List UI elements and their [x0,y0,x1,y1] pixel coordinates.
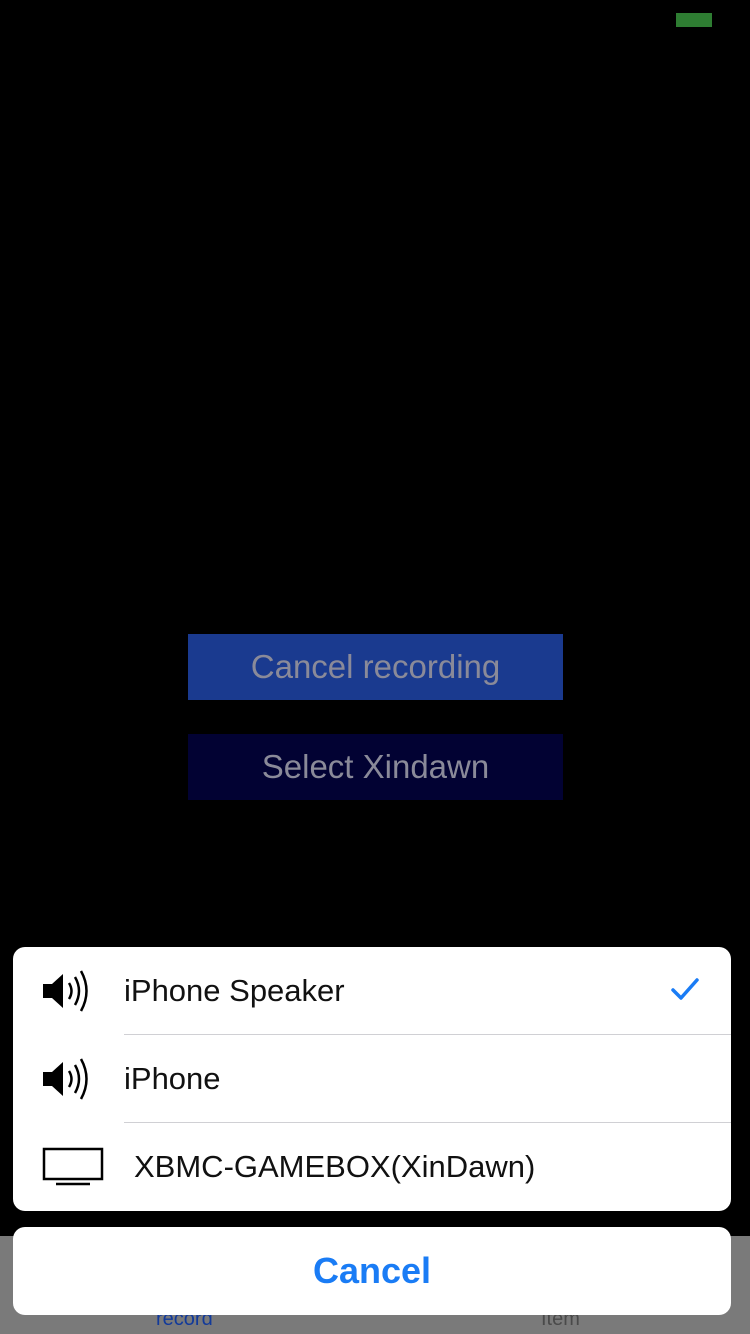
route-option-iphone[interactable]: iPhone [13,1035,731,1123]
audio-route-sheet: iPhone Speaker iPhone XBMC-GAMEBOX(XinDa… [13,947,731,1211]
speaker-icon [41,1057,97,1106]
route-label: XBMC-GAMEBOX(XinDawn) [134,1149,536,1184]
speaker-icon [41,969,97,1018]
checkmark-icon [671,977,699,1006]
route-option-iphone-speaker[interactable]: iPhone Speaker [13,947,731,1035]
cancel-recording-button[interactable]: Cancel recording [188,634,563,700]
route-option-xbmc-gamebox[interactable]: XBMC-GAMEBOX(XinDawn) [13,1123,731,1211]
status-indicator [676,13,712,27]
route-label: iPhone Speaker [124,973,345,1008]
select-xindawn-button[interactable]: Select Xindawn [188,734,563,800]
tv-icon [42,1145,104,1194]
cancel-button[interactable]: Cancel [13,1227,731,1315]
route-label: iPhone [124,1061,221,1096]
